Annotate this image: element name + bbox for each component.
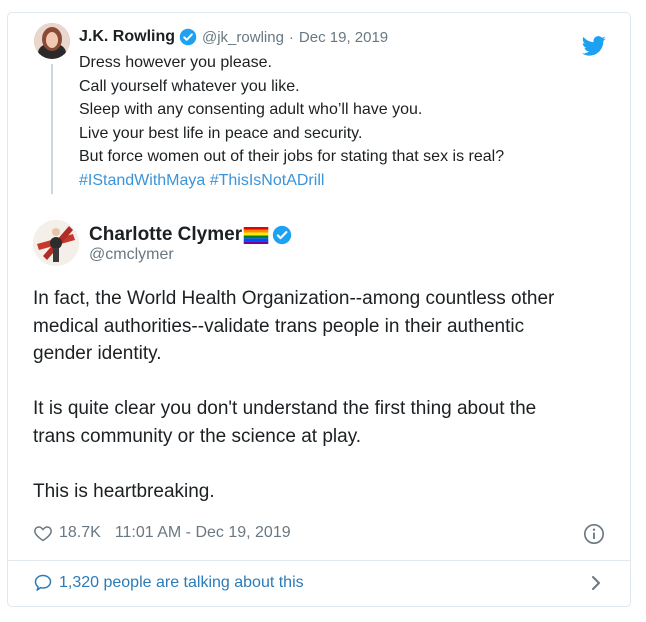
tweet-paragraph: This is heartbreaking. <box>33 478 608 506</box>
main-author-row: Charlotte Clymer <box>89 222 292 248</box>
quoted-line: Sleep with any consenting adult who’ll h… <box>79 101 423 118</box>
hashtag-link[interactable]: #ThisIsNotADrill <box>210 172 325 189</box>
chevron-right-icon[interactable] <box>588 574 604 592</box>
tweet-line: In fact, the World Health Organization--… <box>33 288 555 309</box>
hashtag-link[interactable]: #IStandWithMaya <box>79 172 205 189</box>
tweet-line: gender identity. <box>33 343 162 364</box>
separator-dot: · <box>288 28 294 46</box>
quoted-line: Live your best life in peace and securit… <box>79 124 363 142</box>
quoted-tweet-header: J.K. Rowling @jk_rowling · Dec 19, 2019 <box>79 26 388 48</box>
main-author-handle[interactable]: @cmclymer <box>89 246 174 264</box>
tweet-line: It is quite clear you don't understand t… <box>33 398 537 419</box>
charlotte-clymer-avatar[interactable] <box>33 220 79 266</box>
heart-icon[interactable] <box>33 523 53 543</box>
quoted-line: But force women out of their jobs for st… <box>79 148 505 165</box>
verified-badge-icon <box>272 225 292 245</box>
main-author-name[interactable]: Charlotte Clymer <box>89 224 242 246</box>
quoted-author-name[interactable]: J.K. Rowling <box>79 28 175 46</box>
verified-badge-icon <box>179 28 197 46</box>
tweet-meta-row: 18.7K 11:01 AM - Dec 19, 2019 <box>33 521 291 545</box>
jk-rowling-avatar[interactable] <box>34 23 70 59</box>
tweet-line: This is heartbreaking. <box>33 480 215 502</box>
footer-divider <box>8 560 630 561</box>
quoted-line: Call yourself whatever you like. <box>79 77 300 95</box>
quoted-tweet-date[interactable]: Dec 19, 2019 <box>299 29 388 46</box>
tweet-line: medical authorities--validate trans peop… <box>33 315 525 337</box>
main-tweet-text: In fact, the World Health Organization--… <box>33 285 608 505</box>
rainbow-flag-icon <box>243 226 269 244</box>
like-count[interactable]: 18.7K <box>59 524 101 542</box>
tweet-line: trans community or the science at play. <box>33 425 362 447</box>
quoted-tweet-text: Dress however you please. Call yourself … <box>79 51 599 192</box>
hashtag-line: #IStandWithMaya #ThisIsNotADrill <box>79 169 599 193</box>
info-icon[interactable] <box>583 523 605 545</box>
talking-about-label[interactable]: 1,320 people are talking about this <box>59 574 304 592</box>
tweet-paragraph: In fact, the World Health Organization--… <box>33 285 608 368</box>
tweet-timestamp[interactable]: 11:01 AM - Dec 19, 2019 <box>115 524 291 542</box>
tweet-paragraph: It is quite clear you don't understand t… <box>33 395 608 450</box>
quoted-author-handle[interactable]: @jk_rowling <box>202 29 284 46</box>
thread-line <box>51 64 53 194</box>
talking-about-link[interactable]: 1,320 people are talking about this <box>33 571 304 595</box>
quoted-line: Dress however you please. <box>79 54 272 71</box>
speech-bubble-icon <box>34 574 52 591</box>
